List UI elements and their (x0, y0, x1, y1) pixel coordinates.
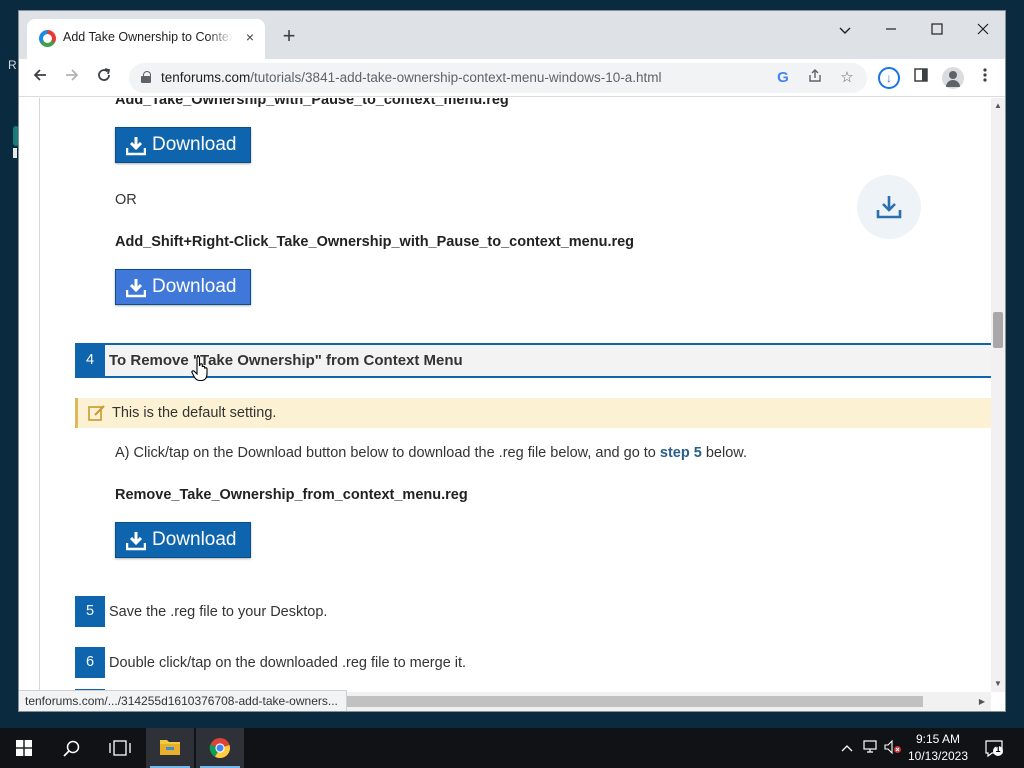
back-button[interactable] (27, 65, 53, 91)
scroll-up-arrow-icon[interactable]: ▲ (991, 100, 1005, 112)
close-icon (977, 23, 989, 35)
download-button-3[interactable]: Download (115, 522, 251, 558)
lock-icon (141, 71, 151, 83)
start-button[interactable] (0, 728, 48, 768)
minimize-icon (886, 28, 896, 30)
menu-kebab-icon[interactable] (974, 67, 996, 89)
folder-icon (160, 740, 180, 755)
tab-search-button[interactable] (822, 15, 868, 45)
address-bar[interactable]: tenforums.com/tutorials/3841-add-take-ow… (129, 63, 867, 93)
scroll-down-arrow-icon[interactable]: ▼ (991, 678, 1005, 690)
step-5-text: Save the .reg file to your Desktop. (109, 604, 328, 620)
download-label: Download (152, 529, 237, 550)
floating-download-button[interactable] (857, 175, 921, 239)
chrome-taskbar[interactable] (196, 728, 244, 768)
tab-close-icon[interactable]: × (241, 28, 259, 46)
forward-button[interactable] (59, 65, 85, 91)
reload-button[interactable] (91, 65, 117, 91)
note-text: This is the default setting. (112, 405, 277, 421)
reg-file-name-3: Remove_Take_Ownership_from_context_menu.… (115, 487, 468, 503)
download-label: Download (152, 134, 237, 155)
download-button-1[interactable]: Download (115, 127, 251, 163)
side-panel-icon[interactable] (910, 67, 932, 89)
chevron-down-icon (839, 27, 851, 34)
step-5-link[interactable]: step 5 (660, 445, 702, 461)
note-box: This is the default setting. (75, 398, 991, 428)
reload-icon (98, 68, 111, 81)
or-separator: OR (115, 192, 137, 208)
clock-date: 10/13/2023 (907, 749, 969, 763)
bookmark-star-icon[interactable]: ☆ (837, 68, 857, 88)
new-tab-button[interactable]: + (277, 25, 301, 49)
search-icon (63, 740, 80, 757)
download-button-2[interactable]: Download (115, 269, 251, 305)
content-divider (39, 98, 40, 692)
system-clock[interactable]: 9:15 AM 10/13/2023 (904, 731, 972, 765)
minimize-button[interactable] (868, 15, 914, 45)
volume-muted-icon[interactable] (884, 739, 902, 756)
step-6-text: Double click/tap on the downloaded .reg … (109, 655, 467, 671)
browser-toolbar: tenforums.com/tutorials/3841-add-take-ow… (19, 59, 1005, 97)
windows-logo-icon (16, 740, 32, 756)
tab-strip: Add Take Ownership to Context Menu in Wi… (19, 11, 1005, 59)
download-label: Download (152, 276, 237, 297)
url-text: tenforums.com/tutorials/3841-add-take-ow… (161, 70, 662, 85)
download-icon (126, 532, 146, 551)
reg-file-name-1: Add_Take_Ownership_with_Pause_to_context… (115, 98, 509, 108)
download-icon (126, 137, 146, 156)
hand-cursor-icon (191, 356, 208, 382)
vertical-scroll-thumb[interactable] (993, 312, 1003, 348)
task-view-button[interactable] (96, 728, 144, 768)
section-header-4: 4 To Remove "Take Ownership" from Contex… (75, 343, 991, 378)
google-lens-icon[interactable]: G (773, 68, 793, 88)
taskbar: 9:15 AM 10/13/2023 1 (0, 728, 1024, 768)
tray-overflow-chevron-icon[interactable] (838, 740, 856, 756)
desktop-icon-edge-2 (13, 148, 17, 158)
instruction-text: A) Click/tap on the Download button belo… (115, 445, 747, 461)
reg-file-name-2: Add_Shift+Right-Click_Take_Ownership_wit… (115, 234, 635, 250)
network-icon[interactable] (862, 740, 880, 756)
vertical-scrollbar[interactable]: ▲ ▼ (991, 98, 1005, 692)
download-icon (876, 196, 902, 219)
tab-title: Add Take Ownership to Context Menu in Wi… (63, 30, 233, 44)
notification-count: 1 (995, 744, 1001, 754)
clock-time: 9:15 AM (915, 732, 961, 746)
maximize-icon (931, 23, 943, 35)
share-icon[interactable] (805, 68, 825, 88)
horizontal-scroll-thumb[interactable] (337, 696, 923, 707)
edit-note-icon (88, 405, 105, 421)
site-favicon-icon (39, 30, 56, 47)
download-icon (126, 279, 146, 298)
scroll-right-arrow-icon[interactable]: ▶ (975, 696, 989, 708)
desktop-edge-text: R (8, 58, 17, 72)
chrome-icon (209, 738, 230, 759)
step-number-5: 5 (75, 596, 105, 627)
page-content: Add_Take_Ownership_with_Pause_to_context… (19, 98, 1005, 692)
task-view-icon (109, 740, 131, 756)
link-status-bubble: tenforums.com/.../314255d1610376708-add-… (19, 690, 347, 711)
close-window-button[interactable] (960, 15, 1005, 45)
section-title: To Remove "Take Ownership" from Context … (109, 352, 463, 369)
step-number: 4 (75, 345, 105, 376)
downloads-icon[interactable]: ↓ (878, 67, 900, 89)
browser-window: Add Take Ownership to Context Menu in Wi… (18, 10, 1006, 712)
step-number-6: 6 (75, 647, 105, 678)
notification-center-icon[interactable]: 1 (984, 738, 1004, 758)
profile-avatar-icon[interactable] (942, 67, 964, 89)
tab-active[interactable]: Add Take Ownership to Context Menu in Wi… (27, 19, 265, 59)
maximize-button[interactable] (914, 15, 960, 45)
search-button[interactable] (48, 728, 96, 768)
forward-arrow-icon (66, 69, 79, 81)
file-explorer-taskbar[interactable] (146, 728, 194, 768)
back-arrow-icon (33, 69, 46, 81)
